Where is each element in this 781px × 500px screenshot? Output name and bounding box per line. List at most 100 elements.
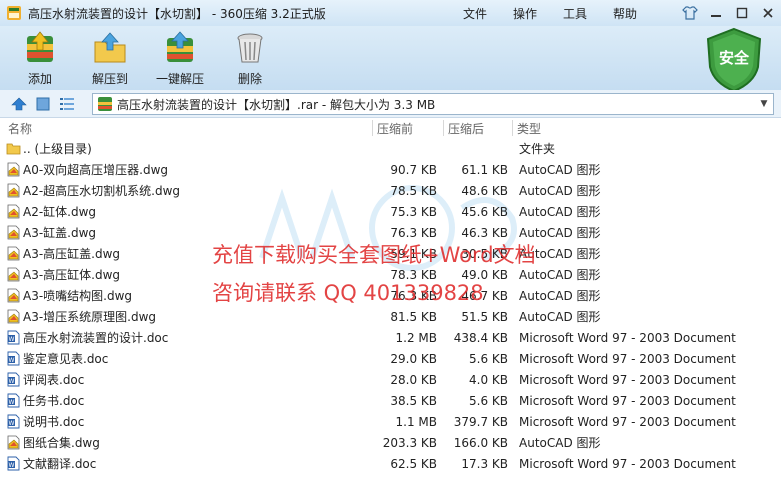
file-type: AutoCAD 图形 (519, 184, 601, 198)
file-compressed-size: 438.4 KB (453, 330, 508, 345)
file-packed-size: 28.0 KB (390, 372, 437, 387)
svg-text:W: W (9, 357, 15, 364)
title-bar: 高压水射流装置的设计【水切割】 - 360压缩 3.2正式版 文件 操作 工具 … (0, 0, 781, 26)
file-name: A3-高压缸盖.dwg (23, 247, 121, 261)
file-row[interactable]: W 任务书.doc 38.5 KB 5.6 KB Microsoft Word 97 -… (0, 390, 781, 411)
file-packed-size: 90.7 KB (390, 162, 437, 177)
file-row[interactable]: A3-增压系统原理图.dwg 81.5 KB 51.5 KB AutoCAD 图形 (0, 306, 781, 327)
address-field[interactable]: 高压水射流装置的设计【水切割】.rar - 解包大小为 3.3 MB ▼ (92, 93, 774, 115)
file-name: 图纸合集.dwg (23, 436, 100, 450)
file-type: 文件夹 (519, 142, 556, 156)
dwg-file-icon (6, 309, 21, 324)
file-packed-size: 38.5 KB (390, 393, 437, 408)
file-compressed-size: 46.3 KB (461, 225, 508, 240)
column-packed[interactable]: 压缩前 (377, 120, 413, 137)
column-divider[interactable] (512, 120, 513, 136)
toolbar: 添加 解压到 一键解压 删除 (0, 26, 781, 90)
menu-help[interactable]: 帮助 (600, 5, 650, 22)
delete-button[interactable]: 删除 (220, 30, 280, 87)
file-packed-size: 81.5 KB (390, 309, 437, 324)
dwg-file-icon (6, 204, 21, 219)
file-list: .. (上级目录) 文件夹 A0-双向超高压增压器.dwg 90.7 KB 61.1 K… (0, 138, 781, 474)
file-type: AutoCAD 图形 (519, 268, 601, 282)
file-row[interactable]: W 文献翻译.doc 62.5 KB 17.3 KB Microsoft Word 97… (0, 453, 781, 474)
file-packed-size: 76.3 KB (390, 288, 437, 303)
extract-to-button[interactable]: 解压到 (80, 30, 140, 87)
file-type: AutoCAD 图形 (519, 436, 601, 450)
column-size[interactable]: 压缩后 (448, 120, 484, 137)
extract-to-label: 解压到 (91, 72, 128, 86)
menu-bar: 文件 操作 工具 帮助 (450, 0, 650, 26)
file-row[interactable]: W 说明书.doc 1.1 MB 379.7 KB Microsoft Word 97 … (0, 411, 781, 432)
dwg-file-icon (6, 288, 21, 303)
file-compressed-size: 166.0 KB (453, 435, 508, 450)
file-compressed-size: 4.0 KB (469, 372, 508, 387)
file-row[interactable]: A3-喷嘴结构图.dwg 76.3 KB 46.7 KB AutoCAD 图形 (0, 285, 781, 306)
file-row[interactable]: A2-超高压水切割机系统.dwg 78.5 KB 48.6 KB AutoCAD 图形 (0, 180, 781, 201)
address-path: 高压水射流装置的设计【水切割】.rar - 解包大小为 3.3 MB (117, 97, 436, 112)
column-name[interactable]: 名称 (8, 120, 32, 137)
minimize-icon[interactable] (703, 2, 729, 24)
file-name: A3-喷嘴结构图.dwg (23, 289, 133, 303)
file-row[interactable]: W 评阅表.doc 28.0 KB 4.0 KB Microsoft Word 97 -… (0, 369, 781, 390)
svg-text:W: W (9, 420, 15, 427)
file-compressed-size: 30.5 KB (461, 246, 508, 261)
menu-operate[interactable]: 操作 (500, 5, 550, 22)
window-title: 高压水射流装置的设计【水切割】 - 360压缩 3.2正式版 (28, 6, 326, 21)
file-compressed-size: 5.6 KB (469, 351, 508, 366)
skin-icon[interactable] (677, 2, 703, 24)
up-level-button[interactable] (8, 93, 30, 115)
one-click-extract-label: 一键解压 (155, 72, 204, 86)
file-packed-size: 75.3 KB (390, 204, 437, 219)
file-row[interactable]: W 鉴定意见表.doc 29.0 KB 5.6 KB Microsoft Word 97… (0, 348, 781, 369)
file-type: Microsoft Word 97 - 2003 Document (519, 372, 736, 387)
file-packed-size: 59.1 KB (390, 246, 437, 261)
close-icon[interactable] (755, 2, 781, 24)
large-icon-view-button[interactable] (32, 93, 54, 115)
column-header: 名称 压缩前 压缩后 类型 (0, 118, 781, 138)
file-compressed-size: 48.6 KB (461, 183, 508, 198)
file-type: Microsoft Word 97 - 2003 Document (519, 456, 736, 471)
dwg-file-icon (6, 183, 21, 198)
list-view-icon (60, 97, 74, 110)
address-bar: 高压水射流装置的设计【水切割】.rar - 解包大小为 3.3 MB ▼ (0, 90, 781, 118)
file-row[interactable]: A3-高压缸体.dwg 78.3 KB 49.0 KB AutoCAD 图形 (0, 264, 781, 285)
svg-text:W: W (9, 378, 15, 385)
file-row[interactable]: A0-双向超高压增压器.dwg 90.7 KB 61.1 KB AutoCAD 图形 (0, 159, 781, 180)
file-compressed-size: 46.7 KB (461, 288, 508, 303)
add-button[interactable]: 添加 (10, 30, 70, 87)
maximize-icon[interactable] (729, 2, 755, 24)
chevron-down-icon[interactable]: ▼ (755, 94, 773, 114)
folder-icon (6, 141, 21, 156)
column-divider[interactable] (443, 120, 444, 136)
file-row[interactable]: A3-缸盖.dwg 76.3 KB 46.3 KB AutoCAD 图形 (0, 222, 781, 243)
file-row[interactable]: A3-高压缸盖.dwg 59.1 KB 30.5 KB AutoCAD 图形 (0, 243, 781, 264)
doc-file-icon: W (6, 351, 21, 366)
file-compressed-size: 51.5 KB (461, 309, 508, 324)
file-type: AutoCAD 图形 (519, 247, 601, 261)
details-view-button[interactable] (56, 93, 78, 115)
file-row[interactable]: .. (上级目录) 文件夹 (0, 138, 781, 159)
menu-file[interactable]: 文件 (450, 5, 500, 22)
file-row[interactable]: A2-缸体.dwg 75.3 KB 45.6 KB AutoCAD 图形 (0, 201, 781, 222)
file-packed-size: 78.3 KB (390, 267, 437, 282)
menu-tools[interactable]: 工具 (550, 5, 600, 22)
one-click-extract-button[interactable]: 一键解压 (150, 30, 210, 87)
file-name: 鉴定意见表.doc (23, 352, 109, 366)
arrow-up-icon (11, 97, 27, 110)
column-divider[interactable] (372, 120, 373, 136)
file-packed-size: 76.3 KB (390, 225, 437, 240)
file-row[interactable]: W 高压水射流装置的设计.doc 1.2 MB 438.4 KB Microsoft W… (0, 327, 781, 348)
file-compressed-size: 17.3 KB (461, 456, 508, 471)
column-type[interactable]: 类型 (517, 120, 541, 137)
file-packed-size: 203.3 KB (382, 435, 437, 450)
file-row[interactable]: 图纸合集.dwg 203.3 KB 166.0 KB AutoCAD 图形 (0, 432, 781, 453)
file-type: Microsoft Word 97 - 2003 Document (519, 393, 736, 408)
file-name: A0-双向超高压增压器.dwg (23, 163, 169, 177)
file-packed-size: 1.1 MB (395, 414, 437, 429)
doc-file-icon: W (6, 414, 21, 429)
security-shield-button[interactable]: 安全 (704, 27, 764, 93)
file-type: Microsoft Word 97 - 2003 Document (519, 414, 736, 429)
file-name: A3-缸盖.dwg (23, 226, 97, 240)
file-name: A3-高压缸体.dwg (23, 268, 121, 282)
